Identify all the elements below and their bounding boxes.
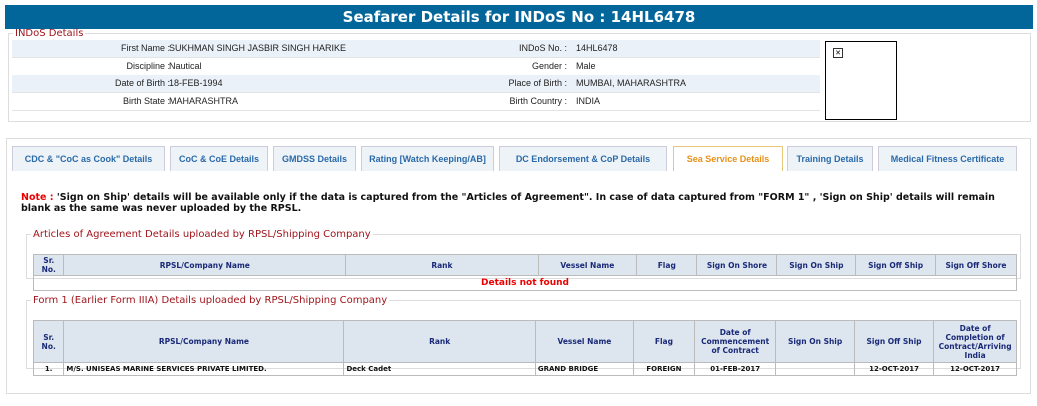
- articles-section: Articles of Agreement Details uploaded b…: [26, 229, 1021, 291]
- tab-3[interactable]: Rating [Watch Keeping/AB]: [361, 146, 494, 171]
- table-row: Details not found: [33, 275, 1017, 291]
- table-cell: 1.: [32, 362, 65, 376]
- field-label: Birth Country :: [509, 95, 567, 106]
- field-value: SUKHMAN SINGH JASBIR SINGH HARIKE: [169, 43, 347, 53]
- column-header: RPSL/Company Name: [63, 320, 345, 363]
- field-value: Nautical: [169, 60, 202, 71]
- column-header: Sign Off Ship: [855, 254, 936, 276]
- form1-section: Form 1 (Earlier Form IIIA) Details uploa…: [26, 295, 1021, 376]
- empty-message: Details not found: [33, 275, 1017, 291]
- form1-legend: Form 1 (Earlier Form IIIA) Details uploa…: [33, 295, 388, 306]
- table-cell: [775, 362, 855, 376]
- articles-legend: Articles of Agreement Details uploaded b…: [33, 229, 371, 240]
- tab-7[interactable]: Medical Fitness Certificate: [878, 146, 1017, 171]
- tabs-panel: CDC & "CoC as Cook" Details CoC & CoE Det…: [6, 138, 1031, 394]
- table-cell: 01-FEB-2017: [693, 362, 777, 376]
- tab-0[interactable]: CDC & "CoC as Cook" Details: [12, 146, 165, 171]
- indos-row: Date of Birth : 18-FEB-1994 Place of Bir…: [12, 75, 820, 93]
- page-title: Seafarer Details for INDoS No : 14HL6478: [5, 5, 1033, 29]
- column-header: Date of Completion of Contract/Arriving …: [933, 320, 1017, 363]
- field-label: Discipline :: [126, 60, 170, 71]
- table-row: 1. M/S. UNISEAS MARINE SERVICES PRIVATE L…: [32, 362, 1017, 376]
- column-header: Vessel Name: [534, 320, 634, 363]
- column-header: Sign On Ship: [776, 254, 857, 276]
- articles-table: Sr. No. RPSL/Company Name Rank Vessel Name F…: [32, 254, 1018, 291]
- table-cell: GRAND BRIDGE: [534, 362, 634, 376]
- column-header: Sign On Ship: [775, 320, 855, 363]
- table-cell: 12-OCT-2017: [853, 362, 935, 376]
- column-header: Date of Commencement of Contract: [693, 320, 777, 363]
- column-header: Rank: [343, 320, 536, 363]
- tab-2[interactable]: GMDSS Details: [273, 146, 356, 171]
- tab-5[interactable]: Sea Service Details: [673, 146, 783, 171]
- field-value: 18-FEB-1994: [169, 78, 223, 88]
- column-header: Sr. No.: [32, 254, 65, 276]
- field-label: INDoS No. :: [518, 43, 567, 53]
- field-label: Date of Birth :: [114, 78, 170, 88]
- form1-table: Sr. No. RPSL/Company Name Rank Vessel Name F…: [32, 320, 1017, 376]
- tab-1[interactable]: CoC & CoE Details: [170, 146, 268, 171]
- field-label: Place of Birth :: [508, 78, 567, 88]
- field-value: 14HL6478: [576, 43, 618, 53]
- indos-legend: INDoS Details: [15, 28, 84, 39]
- field-value: MUMBAI, MAHARASHTRA: [576, 78, 687, 88]
- indos-row: Birth State : MAHARASHTRA Birth Country …: [12, 93, 820, 111]
- column-header: Rank: [345, 254, 539, 276]
- column-header: Sr. No.: [32, 320, 65, 363]
- column-header: Flag: [632, 320, 695, 363]
- column-header: Vessel Name: [537, 254, 638, 276]
- column-header: Sign Off Shore: [934, 254, 1018, 276]
- field-label: First Name :: [120, 43, 170, 53]
- indos-row: First Name : SUKHMAN SINGH JASBIR SINGH …: [12, 40, 820, 58]
- note-label: Note :: [21, 192, 54, 203]
- field-label: Birth State :: [122, 95, 170, 106]
- table-cell: Deck Cadet: [343, 362, 536, 376]
- photo-frame: ✕: [825, 41, 897, 120]
- column-header: Flag: [636, 254, 698, 276]
- broken-image-icon: ✕: [833, 48, 843, 58]
- indos-row: Discipline : Nautical Gender : Male: [12, 58, 820, 76]
- tab-6[interactable]: Training Details: [787, 146, 873, 171]
- column-header: Sign Off Ship: [853, 320, 935, 363]
- table-cell: M/S. UNISEAS MARINE SERVICES PRIVATE LIM…: [63, 362, 345, 376]
- field-value: INDIA: [576, 95, 601, 106]
- tab-4[interactable]: DC Endorsement & CoP Details: [499, 146, 667, 171]
- field-value: MAHARASHTRA: [169, 95, 239, 106]
- column-header: RPSL/Company Name: [63, 254, 347, 276]
- field-value: Male: [576, 60, 596, 71]
- table-cell: 12-OCT-2017: [933, 362, 1017, 376]
- note-text: 'Sign on Ship' details will be available…: [21, 192, 995, 214]
- column-header: Sign On Shore: [696, 254, 778, 276]
- table-cell: FOREIGN: [632, 362, 695, 376]
- field-label: Gender :: [531, 60, 567, 71]
- note: Note : 'Sign on Ship' details will be av…: [21, 192, 1021, 214]
